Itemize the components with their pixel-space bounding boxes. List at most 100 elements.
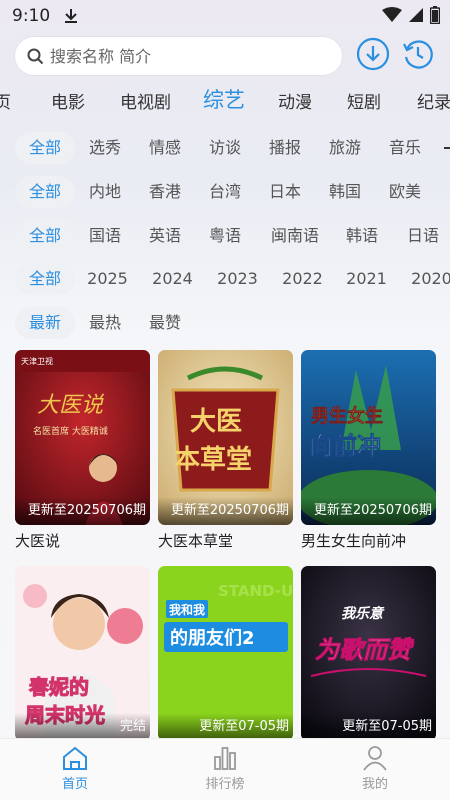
region-chip-all[interactable]: 全部: [15, 176, 75, 208]
region-chip[interactable]: 日本: [265, 176, 305, 208]
language-chip[interactable]: 韩语: [342, 220, 382, 252]
tab-tv-series[interactable]: 电视剧: [120, 88, 171, 113]
year-chip[interactable]: 2021: [344, 263, 389, 295]
sort-filter-row: 最新 最热 最赞: [0, 307, 450, 339]
nav-label: 我的: [361, 777, 388, 792]
show-title[interactable]: 大医本草堂: [158, 530, 293, 551]
language-chip[interactable]: 国语: [85, 220, 125, 252]
year-chip[interactable]: 2025: [85, 263, 130, 295]
download-notification-icon: [65, 9, 78, 23]
nav-item-home[interactable]: 首页: [35, 745, 115, 792]
sort-chip-latest[interactable]: 最新: [15, 307, 75, 339]
language-chip[interactable]: 英语: [145, 220, 185, 252]
nav-label: 排行榜: [205, 777, 245, 792]
genre-chip[interactable]: 旅游: [325, 132, 365, 164]
bottom-nav: 首页 排行榜 我的: [0, 738, 450, 800]
search-input[interactable]: [50, 46, 310, 66]
language-filter-row: 全部 国语 英语 粤语 闽南语 韩语 日语: [0, 220, 450, 252]
region-chip[interactable]: 欧美: [385, 176, 425, 208]
user-icon: [363, 746, 387, 771]
year-chip-all[interactable]: 全部: [15, 263, 75, 295]
poster[interactable]: 我乐意 为歌而赞 更新至07-05期: [301, 566, 436, 741]
poster[interactable]: 天津卫视 大医说 名医首席 大医精诚 更新至20250706期: [15, 350, 150, 525]
language-chip[interactable]: 粤语: [205, 220, 245, 252]
history-icon[interactable]: [401, 37, 435, 71]
nav-label: 首页: [61, 777, 88, 792]
channel-logo: 天津卫视: [21, 356, 53, 366]
genre-chip[interactable]: 访谈: [205, 132, 245, 164]
language-chip[interactable]: 日语: [403, 220, 443, 252]
show-card[interactable]: 男生女生 向前冲 更新至20250706期 男生女生向前冲: [301, 350, 436, 551]
poster[interactable]: 大医 本草堂 更新至20250706期: [158, 350, 293, 525]
poster-title-text: 男生女生: [311, 405, 383, 427]
search-icon: [27, 48, 44, 64]
show-card[interactable]: 春妮的 周末时光 完结: [15, 566, 150, 746]
show-card[interactable]: 我乐意 为歌而赞 更新至07-05期: [301, 566, 436, 746]
year-chip[interactable]: 2024: [150, 263, 195, 295]
poster-title-text: 的朋友们2: [170, 627, 255, 649]
region-chip[interactable]: 韩国: [325, 176, 365, 208]
genre-chip[interactable]: 音乐: [385, 132, 425, 164]
show-card[interactable]: 天津卫视 大医说 名医首席 大医精诚 更新至20250706期 大医说: [15, 350, 150, 551]
genre-chip[interactable]: 播报: [265, 132, 305, 164]
nav-item-mine[interactable]: 我的: [335, 745, 415, 792]
language-chip-all[interactable]: 全部: [15, 220, 75, 252]
more-indicator: [444, 147, 450, 149]
tab-movie[interactable]: 电影: [51, 88, 85, 113]
poster-title-text: 大医说: [37, 393, 105, 418]
year-chip[interactable]: 2022: [280, 263, 325, 295]
tab-documentary[interactable]: 纪录: [417, 88, 450, 113]
year-chip[interactable]: 2023: [215, 263, 260, 295]
show-card[interactable]: 大医 本草堂 更新至20250706期 大医本草堂: [158, 350, 293, 551]
region-chip[interactable]: 香港: [145, 176, 185, 208]
region-chip[interactable]: 台湾: [205, 176, 245, 208]
sort-chip-hottest[interactable]: 最热: [85, 307, 125, 339]
download-icon[interactable]: [356, 37, 390, 71]
tab-home-partial[interactable]: 页: [0, 88, 11, 113]
episode-badge: 更新至20250706期: [158, 497, 293, 525]
category-tabs: 页 电影 电视剧 综艺 动漫 短剧 纪录: [0, 82, 450, 116]
status-bar: 9:10: [0, 0, 450, 32]
search-row: [15, 37, 440, 75]
poster-title-text: 春妮的: [28, 675, 89, 699]
show-title[interactable]: 男生女生向前冲: [301, 530, 436, 551]
region-filter-row: 全部 内地 香港 台湾 日本 韩国 欧美: [0, 176, 450, 208]
episode-badge: 更新至07-05期: [301, 713, 436, 741]
poster-sub-text: 我乐意: [341, 605, 385, 622]
wifi-icon: [382, 7, 402, 22]
genre-chip[interactable]: 选秀: [85, 132, 125, 164]
poster-title-text-2: 向前冲: [309, 432, 381, 460]
status-time: 9:10: [12, 6, 51, 26]
poster-slogan-text: 名医首席 大医精诚: [33, 425, 108, 437]
year-chip[interactable]: 2020: [409, 263, 450, 295]
search-box[interactable]: [15, 37, 342, 75]
tab-variety[interactable]: 综艺: [203, 84, 245, 114]
home-icon: [63, 746, 87, 770]
genre-filter-row: 全部 选秀 情感 访谈 播报 旅游 音乐: [0, 132, 450, 164]
genre-chip-all[interactable]: 全部: [15, 132, 75, 164]
poster[interactable]: STAND-UP FRIENDS 我和我 的朋友们2 更新至07-05期: [158, 566, 293, 741]
episode-badge: 完结: [15, 713, 150, 741]
bar-chart-icon: [214, 747, 236, 770]
poster-sub-text: 我和我: [169, 602, 205, 617]
poster-title-text: 大医: [190, 407, 242, 437]
poster[interactable]: 春妮的 周末时光 完结: [15, 566, 150, 741]
sort-chip-most-liked[interactable]: 最赞: [145, 307, 185, 339]
poster-title-text-2: 本草堂: [174, 445, 252, 475]
poster-title-text: 为歌而赞: [315, 636, 415, 664]
language-chip[interactable]: 闽南语: [265, 220, 325, 252]
show-title[interactable]: 大医说: [15, 530, 150, 551]
tab-anime[interactable]: 动漫: [278, 88, 312, 113]
battery-icon: [430, 6, 440, 24]
show-card[interactable]: STAND-UP FRIENDS 我和我 的朋友们2 更新至07-05期: [158, 566, 293, 746]
year-filter-row: 全部 2025 2024 2023 2022 2021 2020: [0, 263, 450, 295]
episode-badge: 更新至07-05期: [158, 713, 293, 741]
nav-item-ranking[interactable]: 排行榜: [185, 745, 265, 792]
episode-badge: 更新至20250706期: [15, 497, 150, 525]
genre-chip[interactable]: 情感: [145, 132, 185, 164]
poster[interactable]: 男生女生 向前冲 更新至20250706期: [301, 350, 436, 525]
tab-short-drama[interactable]: 短剧: [347, 88, 381, 113]
cellular-signal-icon: [409, 8, 423, 22]
region-chip[interactable]: 内地: [85, 176, 125, 208]
episode-badge: 更新至20250706期: [301, 497, 436, 525]
